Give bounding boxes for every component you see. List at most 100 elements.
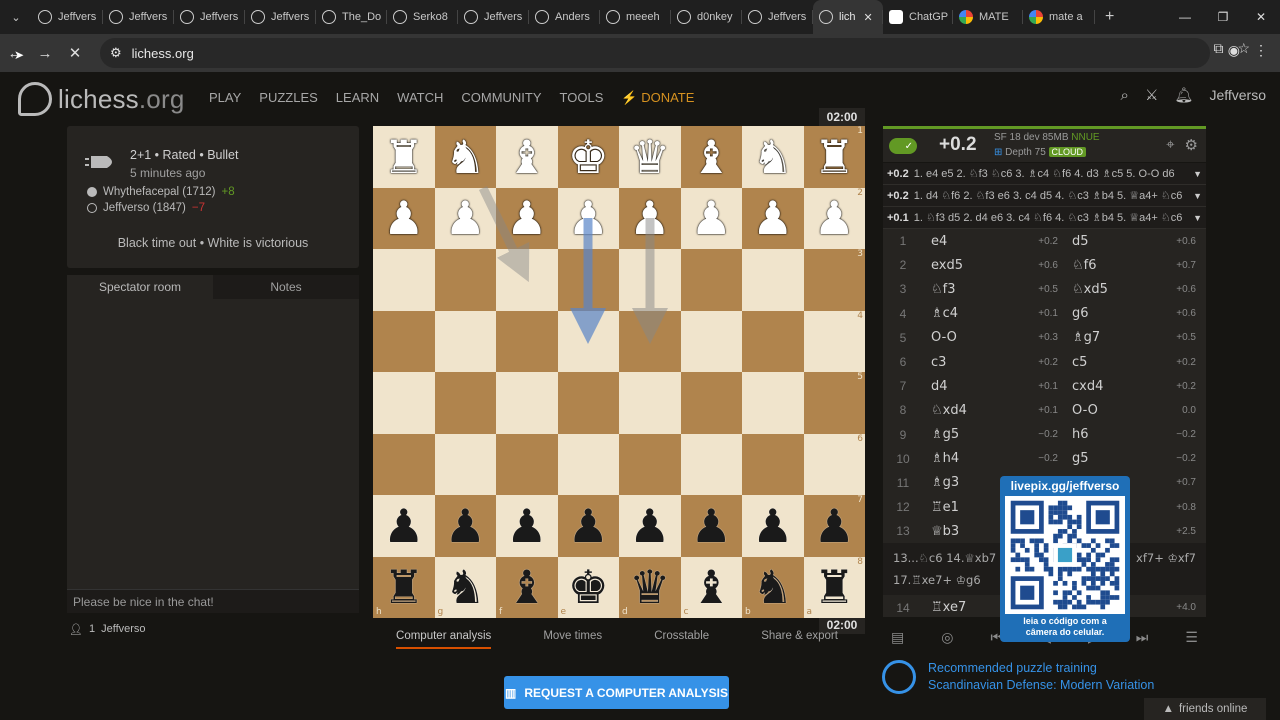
menu-watch[interactable]: WATCH [397,90,443,106]
chat-input[interactable]: Please be nice in the chat! [67,589,359,613]
url-omnibox[interactable]: ⚙ lichess.org [100,38,1210,68]
explorer-icon[interactable]: ◎ [941,629,953,646]
board-square[interactable]: ♟ [680,495,742,557]
username-menu[interactable]: Jeffverso [1209,87,1266,103]
board-square[interactable] [496,310,558,372]
browser-tab[interactable]: meeeh [600,0,671,34]
book-icon[interactable]: ▤ [891,629,904,646]
browser-tab[interactable]: Jeffvers [458,0,529,34]
search-icon[interactable]: ⌕ [1121,87,1129,104]
board-square[interactable]: ♟ [496,495,558,557]
board-square[interactable] [373,433,435,495]
forward-button[interactable]: → [30,38,60,68]
notifications-bell-icon[interactable]: 🔔︎ [1174,86,1193,104]
board-square[interactable]: ♟ [680,187,742,249]
board-square[interactable]: ♟ [373,495,435,557]
board-square[interactable]: ♝ [496,126,558,188]
board-square[interactable]: ♟ [619,187,681,249]
chess-piece[interactable]: ♛ [629,564,670,610]
board-square[interactable] [434,249,496,311]
white-move[interactable]: c3 [923,355,1023,370]
black-move[interactable]: h6 [1064,427,1164,442]
black-move[interactable]: cxd4 [1064,379,1164,394]
chess-piece[interactable]: ♟ [691,195,732,241]
white-move[interactable]: O-O [923,330,1023,345]
chess-piece[interactable]: ♚ [568,564,609,610]
board-square[interactable]: ♜ 1 [803,126,865,188]
board-square[interactable] [373,310,435,372]
browser-tab[interactable]: Jeffvers [742,0,813,34]
board-square[interactable] [619,433,681,495]
menu-puzzles[interactable]: PUZZLES [259,90,318,106]
black-move[interactable]: c5 [1064,355,1164,370]
tab-computer-analysis[interactable]: Computer analysis [396,630,492,649]
tab-spectator-room[interactable]: Spectator room [67,275,213,299]
board-square[interactable]: ♜ h [373,556,435,618]
site-logo[interactable]: lichess.org [18,82,184,116]
board-square[interactable]: ♝ c [680,556,742,618]
chess-piece[interactable]: ♝ [506,134,547,180]
variation-line1-end[interactable]: xf7+ ♔xf7 [1136,547,1196,569]
chess-piece[interactable]: ♟ [629,195,670,241]
chess-piece[interactable]: ♝ [506,564,547,610]
chess-piece[interactable]: ♞ [445,134,486,180]
chess-piece[interactable]: ♟ [506,195,547,241]
board-square[interactable] [742,433,804,495]
chess-piece[interactable]: ♟ [568,195,609,241]
chess-piece[interactable]: ♞ [445,564,486,610]
white-move[interactable]: ♗c4 [923,306,1023,321]
board-square[interactable] [680,372,742,434]
board-square[interactable] [619,372,681,434]
chess-piece[interactable]: ♟ [506,503,547,549]
white-move[interactable]: e4 [923,234,1023,249]
board-square[interactable] [496,249,558,311]
board-square[interactable]: ♜ [373,126,435,188]
expand-pv-icon[interactable]: ▼ [1193,213,1202,223]
board-square[interactable]: 5 [803,372,865,434]
watcher-name[interactable]: Jeffverso [101,623,145,636]
black-move[interactable]: g6 [1064,306,1164,321]
chess-piece[interactable]: ♟ [752,503,793,549]
board-square[interactable] [496,433,558,495]
close-tab-icon[interactable]: ✕ [864,11,873,24]
challenges-icon[interactable]: ⚔ [1145,86,1158,104]
minimize-icon[interactable]: — [1166,0,1204,34]
pv-line[interactable]: +0.2 1. e4 e5 2. ♘f3 ♘c6 3. ♗c4 ♘f6 4. d3… [883,163,1206,185]
new-tab-button[interactable]: + [1095,8,1124,26]
chess-piece[interactable]: ♟ [383,503,424,549]
puzzle-subtitle[interactable]: Scandinavian Defense: Modern Variation [928,677,1154,694]
chess-piece[interactable]: ♜ [814,564,855,610]
white-player-name[interactable]: Whythefacepal (1712) [103,186,216,198]
board-square[interactable] [557,310,619,372]
board-square[interactable]: ♞ [742,126,804,188]
board-square[interactable] [496,372,558,434]
puzzle-recommendation[interactable]: Recommended puzzle training Scandinavian… [882,660,1154,694]
chess-piece[interactable]: ♟ [691,503,732,549]
browser-menu-icon[interactable]: ⋮ [1254,42,1268,59]
menu-community[interactable]: COMMUNITY [461,90,541,106]
board-square[interactable]: ♟ [496,187,558,249]
board-square[interactable]: ♟ 2 [803,187,865,249]
puzzle-title[interactable]: Recommended puzzle training [928,660,1154,677]
chess-piece[interactable]: ♝ [691,134,732,180]
white-move[interactable]: d4 [923,379,1023,394]
black-move[interactable]: ♘xd5 [1064,282,1164,297]
pv-moves[interactable]: 1. d4 ♘f6 2. ♘f3 e6 3. c4 d5 4. ♘c3 ♗b4 … [914,189,1183,202]
browser-tab[interactable]: Jeffvers [103,0,174,34]
chess-piece[interactable]: ♟ [814,503,855,549]
pv-moves[interactable]: 1. ♘f3 d5 2. d4 e6 3. c4 ♘f6 4. ♘c3 ♗b4 … [914,211,1183,224]
friends-online[interactable]: ▲ friends online [1144,698,1266,720]
board-square[interactable] [619,310,681,372]
request-analysis-button[interactable]: ▥ REQUEST A COMPUTER ANALYSIS [504,676,729,709]
variation-line2[interactable]: 17.♖xe7+ ♔g6 [893,573,981,587]
board-square[interactable]: ♟ 7 [803,495,865,557]
chess-piece[interactable]: ♜ [383,564,424,610]
browser-tab[interactable]: mate a [1023,0,1095,34]
board-square[interactable]: ♚ [557,126,619,188]
tab-search-icon[interactable]: ⌄ [0,0,32,34]
hamburger-menu-icon[interactable]: ☰ [1185,629,1198,646]
board-square[interactable]: ♞ g [434,556,496,618]
board-square[interactable]: ♛ d [619,556,681,618]
board-square[interactable]: ♟ [619,495,681,557]
white-move[interactable]: ♗h4 [923,451,1023,466]
